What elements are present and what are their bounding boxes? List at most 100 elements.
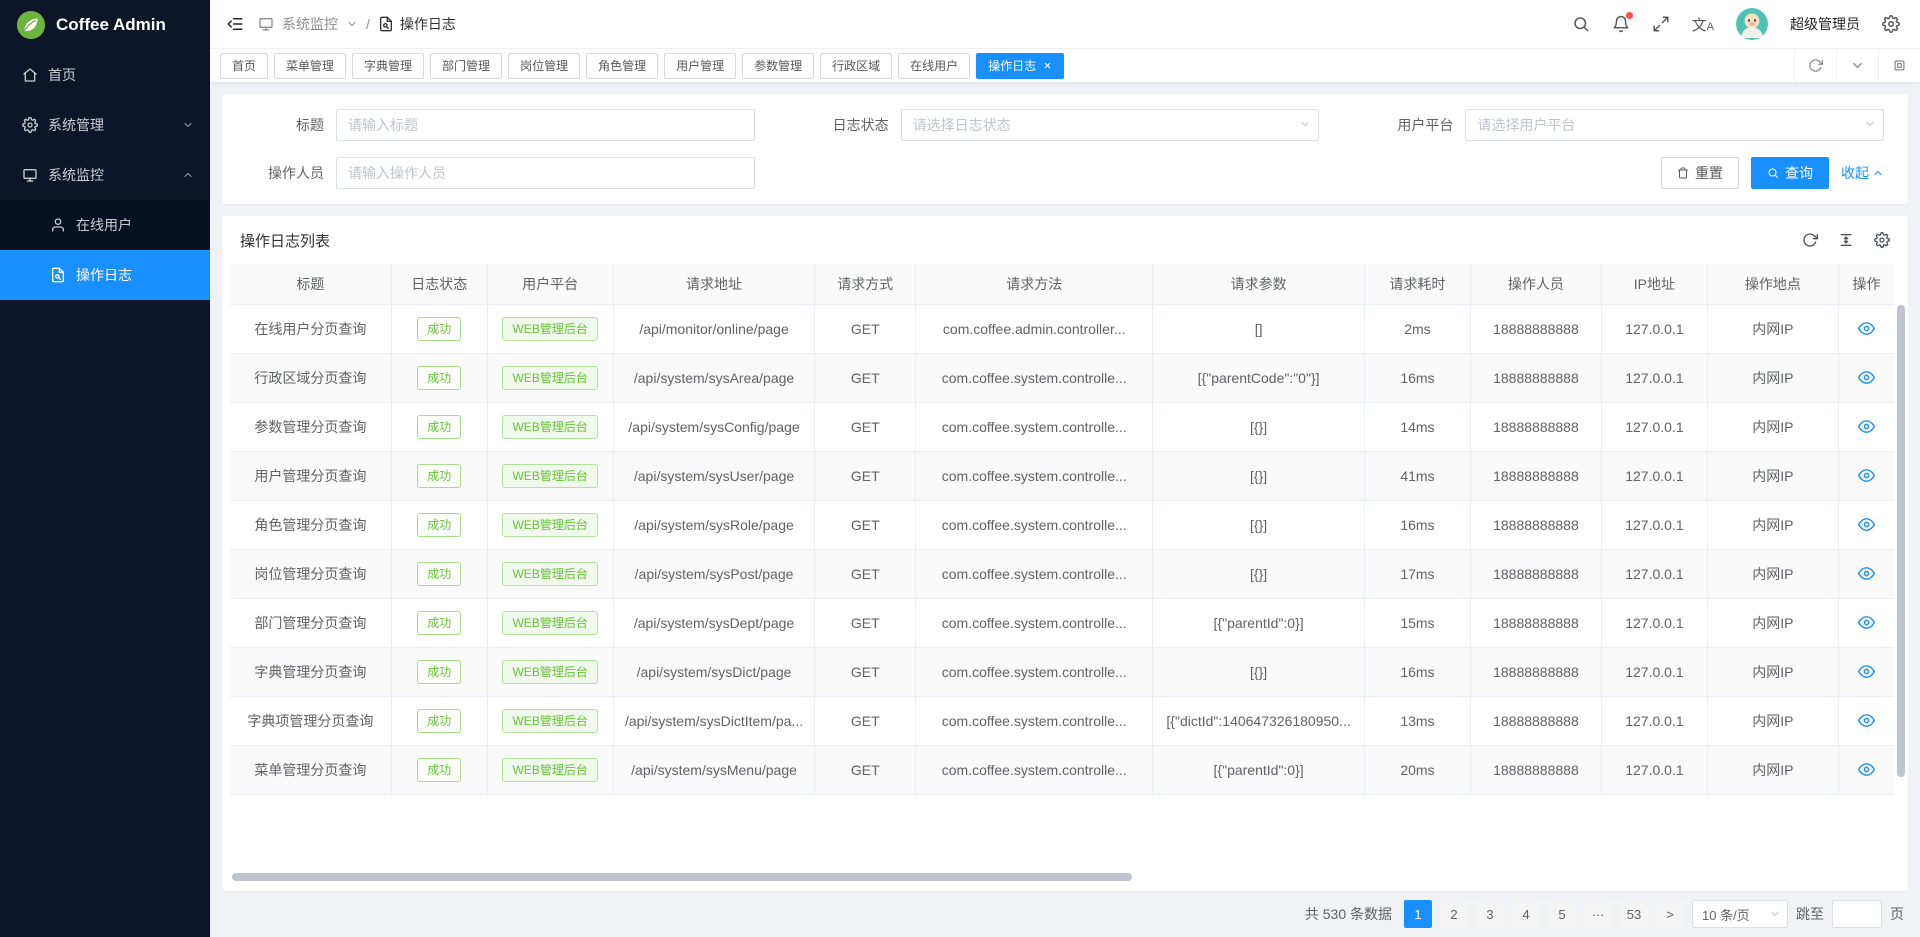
search-button[interactable]: 查询 <box>1751 157 1829 189</box>
avatar[interactable] <box>1736 8 1768 40</box>
brand[interactable]: Coffee Admin <box>0 0 210 50</box>
chevron-down-icon <box>1769 908 1781 920</box>
next-page-button[interactable]: > <box>1656 900 1684 928</box>
page-button[interactable]: 1 <box>1404 900 1432 928</box>
log-icon <box>378 16 394 32</box>
row-height-icon[interactable] <box>1838 232 1854 248</box>
cell-actions <box>1838 500 1894 549</box>
cell-ip: 127.0.0.1 <box>1601 647 1707 696</box>
page-size-select[interactable]: 10 条/页 <box>1692 900 1788 928</box>
horizontal-scrollbar-thumb[interactable] <box>232 873 1132 881</box>
view-detail-eye-icon[interactable] <box>1858 565 1875 582</box>
chevron-down-icon[interactable] <box>1836 49 1878 82</box>
view-detail-eye-icon[interactable] <box>1858 614 1875 631</box>
page-button[interactable]: 2 <box>1440 900 1468 928</box>
page-button[interactable]: 3 <box>1476 900 1504 928</box>
page-button[interactable]: 4 <box>1512 900 1540 928</box>
column-settings-icon[interactable] <box>1874 232 1890 248</box>
tab[interactable]: 操作日志 <box>976 53 1064 79</box>
sidebar-item[interactable]: 系统监控 <box>0 150 210 200</box>
field-platform: 用户平台 <box>1375 109 1884 141</box>
cell-location: 内网IP <box>1707 745 1838 794</box>
platform-badge: WEB管理后台 <box>502 415 597 439</box>
maximize-icon[interactable] <box>1878 49 1920 82</box>
cell-status: 成功 <box>391 451 487 500</box>
platform-select[interactable] <box>1465 109 1884 141</box>
cell-handler: com.coffee.system.controlle... <box>916 402 1153 451</box>
status-select[interactable] <box>901 109 1320 141</box>
cell-method: GET <box>815 451 916 500</box>
status-badge: 成功 <box>417 758 461 782</box>
username[interactable]: 超级管理员 <box>1790 14 1860 34</box>
view-detail-eye-icon[interactable] <box>1858 418 1875 435</box>
refresh-icon[interactable] <box>1802 232 1818 248</box>
tab[interactable]: 部门管理 <box>430 53 502 79</box>
cell-url: /api/system/sysPost/page <box>613 549 815 598</box>
tab-label: 行政区域 <box>832 57 880 74</box>
tab[interactable]: 岗位管理 <box>508 53 580 79</box>
cell-actions <box>1838 598 1894 647</box>
status-badge: 成功 <box>417 366 461 390</box>
table-title: 操作日志列表 <box>240 230 330 251</box>
tab-label: 角色管理 <box>598 57 646 74</box>
sidebar-item[interactable]: 系统管理 <box>0 100 210 150</box>
tab-label: 用户管理 <box>676 57 724 74</box>
cell-method: GET <box>815 696 916 745</box>
fullscreen-icon[interactable] <box>1652 15 1670 33</box>
sidebar-subitem[interactable]: 在线用户 <box>0 200 210 250</box>
cell-operator: 18888888888 <box>1470 451 1601 500</box>
page-button[interactable]: 53 <box>1620 900 1648 928</box>
operator-input[interactable] <box>336 157 755 189</box>
cell-ip: 127.0.0.1 <box>1601 353 1707 402</box>
close-icon[interactable] <box>1043 61 1052 70</box>
tab[interactable]: 首页 <box>220 53 268 79</box>
settings-icon[interactable] <box>1882 15 1900 33</box>
sidebar-menu: 首页系统管理系统监控在线用户操作日志 <box>0 50 210 300</box>
cell-url: /api/system/sysDict/page <box>613 647 815 696</box>
tab[interactable]: 参数管理 <box>742 53 814 79</box>
platform-badge: WEB管理后台 <box>502 758 597 782</box>
view-detail-eye-icon[interactable] <box>1858 369 1875 386</box>
cell-title: 用户管理分页查询 <box>230 451 391 500</box>
sidebar-collapse-icon[interactable] <box>226 15 244 33</box>
tab[interactable]: 在线用户 <box>898 53 970 79</box>
cell-ip: 127.0.0.1 <box>1601 598 1707 647</box>
reset-button[interactable]: 重置 <box>1661 157 1739 189</box>
page-ellipsis[interactable]: ··· <box>1584 900 1612 928</box>
brand-name: Coffee Admin <box>56 15 166 35</box>
tab[interactable]: 行政区域 <box>820 53 892 79</box>
main-area: 系统监控 / 操作日志 文A 超级管理员 <box>210 0 1920 937</box>
trash-icon <box>1677 167 1689 179</box>
tab[interactable]: 用户管理 <box>664 53 736 79</box>
translate-icon[interactable]: 文A <box>1692 14 1714 35</box>
search-icon[interactable] <box>1572 15 1590 33</box>
view-detail-eye-icon[interactable] <box>1858 761 1875 778</box>
tab[interactable]: 角色管理 <box>586 53 658 79</box>
collapse-filters-link[interactable]: 收起 <box>1841 163 1884 183</box>
vertical-scrollbar-thumb[interactable] <box>1897 305 1905 777</box>
jump-page-input[interactable] <box>1832 900 1882 928</box>
view-detail-eye-icon[interactable] <box>1858 516 1875 533</box>
platform-badge: WEB管理后台 <box>502 317 597 341</box>
top-navbar: 系统监控 / 操作日志 文A 超级管理员 <box>210 0 1920 48</box>
sidebar-item[interactable]: 首页 <box>0 50 210 100</box>
tab[interactable]: 字典管理 <box>352 53 424 79</box>
sidebar-subitem[interactable]: 操作日志 <box>0 250 210 300</box>
cell-params: [{}] <box>1153 500 1365 549</box>
notifications-button[interactable] <box>1612 15 1630 33</box>
refresh-icon[interactable] <box>1794 49 1836 82</box>
cell-method: GET <box>815 598 916 647</box>
view-detail-eye-icon[interactable] <box>1858 663 1875 680</box>
table-row: 在线用户分页查询成功WEB管理后台/api/monitor/online/pag… <box>230 304 1894 353</box>
tab[interactable]: 菜单管理 <box>274 53 346 79</box>
cell-duration: 41ms <box>1364 451 1470 500</box>
cell-title: 角色管理分页查询 <box>230 500 391 549</box>
view-detail-eye-icon[interactable] <box>1858 467 1875 484</box>
page-button[interactable]: 5 <box>1548 900 1576 928</box>
title-input[interactable] <box>336 109 755 141</box>
view-detail-eye-icon[interactable] <box>1858 712 1875 729</box>
cell-status: 成功 <box>391 598 487 647</box>
status-label: 日志状态 <box>811 115 889 135</box>
view-detail-eye-icon[interactable] <box>1858 320 1875 337</box>
breadcrumb-section[interactable]: 系统监控 <box>282 14 338 34</box>
